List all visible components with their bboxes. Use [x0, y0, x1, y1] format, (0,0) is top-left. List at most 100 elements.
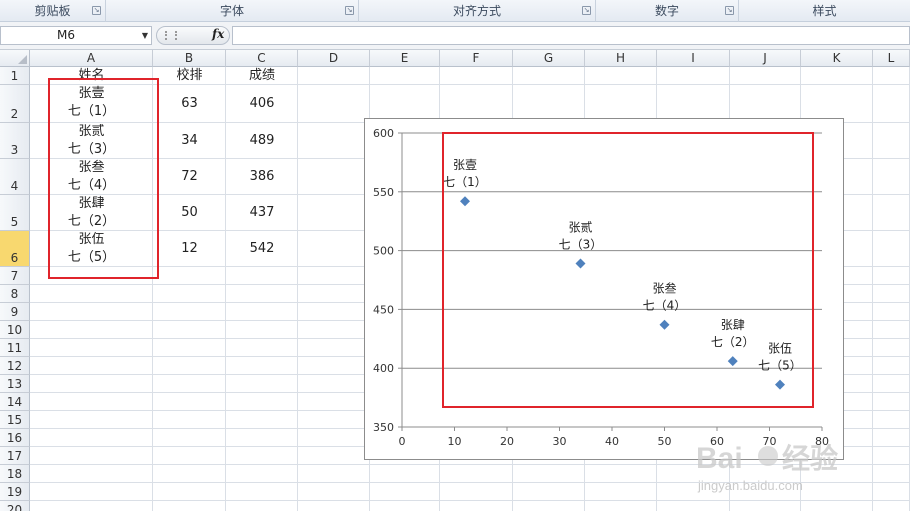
column-header-g[interactable]: G — [513, 50, 585, 67]
highlight-box-names — [48, 78, 159, 279]
svg-text:Bai: Bai — [696, 442, 743, 475]
ribbon-group-font: 字体 ↘ — [106, 0, 359, 22]
baidu-watermark-logo: Bai 经验 jingyan.baidu.com — [696, 442, 838, 493]
score-cell[interactable]: 406 — [226, 95, 298, 113]
header-rank[interactable]: 校排 — [153, 67, 226, 85]
row-header-19[interactable]: 19 — [0, 483, 30, 501]
ribbon-group-label: 字体 — [219, 4, 244, 18]
row-header-4[interactable]: 4 — [0, 159, 30, 195]
column-header-d[interactable]: D — [298, 50, 370, 67]
svg-text:经验: 经验 — [782, 442, 838, 474]
data-label-line1: 张贰 — [568, 220, 592, 235]
x-tick-label: 40 — [605, 435, 619, 448]
row-header-6[interactable]: 6 — [0, 231, 30, 267]
y-tick-label: 600 — [373, 127, 394, 140]
rank-cell[interactable]: 72 — [153, 168, 226, 186]
data-point — [775, 379, 785, 390]
y-tick-label: 500 — [373, 245, 394, 258]
row-header-18[interactable]: 18 — [0, 465, 30, 483]
row-header-20[interactable]: 20 — [0, 501, 30, 511]
row-header-17[interactable]: 17 — [0, 447, 30, 465]
column-header-k[interactable]: K — [801, 50, 873, 67]
column-header-j[interactable]: J — [730, 50, 801, 67]
score-cell[interactable]: 489 — [226, 132, 298, 150]
rank-cell[interactable]: 34 — [153, 132, 226, 150]
row-header-15[interactable]: 15 — [0, 411, 30, 429]
dialog-launcher-icon[interactable]: ↘ — [345, 6, 354, 15]
column-header-b[interactable]: B — [153, 50, 226, 67]
ribbon-group-label: 数字 — [654, 4, 679, 18]
score-cell[interactable]: 542 — [226, 240, 298, 258]
row-header-5[interactable]: 5 — [0, 195, 30, 231]
column-header-i[interactable]: I — [657, 50, 730, 67]
scatter-chart[interactable]: 350 400 450 500 550 600 0 10 20 30 40 50 60 70 80 张壹 七（1… — [364, 118, 844, 460]
row-header-16[interactable]: 16 — [0, 429, 30, 447]
row-header-9[interactable]: 9 — [0, 303, 30, 321]
data-point — [460, 196, 470, 207]
chart-plot: 3504004505005506000 10 20 30 40 50 60 70 80张壹七（1… — [373, 127, 829, 448]
score-cell[interactable]: 386 — [226, 168, 298, 186]
ribbon-group-label: 剪贴板 — [34, 4, 71, 18]
ribbon-group-bar: 剪贴板 ↘ 字体 ↘ 对齐方式 ↘ 数字 ↘ 样式 — [0, 0, 910, 22]
column-header-a[interactable]: A — [30, 50, 153, 67]
select-all-button[interactable] — [0, 50, 30, 67]
ribbon-group-number: 数字 ↘ — [596, 0, 739, 22]
column-header-h[interactable]: H — [585, 50, 657, 67]
dialog-launcher-icon[interactable]: ↘ — [725, 6, 734, 15]
data-label-line1: 张叁 — [652, 281, 676, 296]
ribbon-group-alignment: 对齐方式 ↘ — [359, 0, 596, 22]
chevron-down-icon[interactable]: ▼ — [142, 27, 148, 44]
ribbon-group-styles: 样式 — [739, 0, 910, 22]
ribbon-group-clipboard: 剪贴板 ↘ — [0, 0, 106, 22]
x-tick-label: 30 — [553, 435, 567, 448]
score-cell[interactable]: 437 — [226, 204, 298, 222]
y-tick-label: 400 — [373, 362, 394, 375]
column-header-e[interactable]: E — [370, 50, 440, 67]
x-tick-label: 0 — [399, 435, 406, 448]
svg-text:jingyan.baidu.com: jingyan.baidu.com — [697, 478, 803, 493]
header-score[interactable]: 成绩 — [226, 67, 298, 85]
data-label-line2: 七（2） — [711, 335, 755, 349]
x-tick-label: 20 — [500, 435, 514, 448]
ribbon-group-label: 样式 — [812, 4, 837, 18]
row-header-7[interactable]: 7 — [0, 267, 30, 285]
column-header-c[interactable]: C — [226, 50, 298, 67]
x-tick-label: 50 — [658, 435, 672, 448]
rank-cell[interactable]: 50 — [153, 204, 226, 222]
x-tick-label: 10 — [448, 435, 462, 448]
row-header-3[interactable]: 3 — [0, 123, 30, 159]
row-header-10[interactable]: 10 — [0, 321, 30, 339]
data-label-line2: 七（1） — [443, 175, 487, 189]
data-label-line1: 张肆 — [721, 318, 745, 332]
row-header-14[interactable]: 14 — [0, 393, 30, 411]
y-tick-label: 450 — [373, 303, 394, 316]
data-label-line1: 张伍 — [768, 342, 792, 356]
data-label-line1: 张壹 — [453, 158, 477, 172]
name-box-value: M6 — [57, 28, 75, 42]
row-header-8[interactable]: 8 — [0, 285, 30, 303]
column-header-l[interactable]: L — [873, 50, 910, 67]
data-label-line2: 七（3） — [559, 238, 603, 252]
dialog-launcher-icon[interactable]: ↘ — [582, 6, 591, 15]
column-header-f[interactable]: F — [440, 50, 513, 67]
name-box[interactable]: M6 ▼ — [0, 26, 152, 45]
data-point — [659, 319, 670, 330]
rank-cell[interactable]: 12 — [153, 240, 226, 258]
ribbon-group-label: 对齐方式 — [452, 4, 501, 18]
formula-controls: fx — [156, 26, 230, 45]
data-point — [727, 356, 738, 367]
resize-grip-icon[interactable] — [165, 31, 177, 40]
row-header-12[interactable]: 12 — [0, 357, 30, 375]
formula-input[interactable] — [232, 26, 910, 45]
row-header-1[interactable]: 1 — [0, 67, 30, 85]
y-tick-label: 550 — [373, 186, 394, 199]
dialog-launcher-icon[interactable]: ↘ — [92, 6, 101, 15]
row-header-13[interactable]: 13 — [0, 375, 30, 393]
y-tick-label: 350 — [373, 421, 394, 434]
insert-function-icon[interactable]: fx — [212, 27, 224, 41]
rank-cell[interactable]: 63 — [153, 95, 226, 113]
row-header-11[interactable]: 11 — [0, 339, 30, 357]
row-header-2[interactable]: 2 — [0, 85, 30, 123]
data-label-line2: 七（5） — [758, 359, 802, 373]
formula-bar: M6 ▼ fx — [0, 22, 910, 50]
